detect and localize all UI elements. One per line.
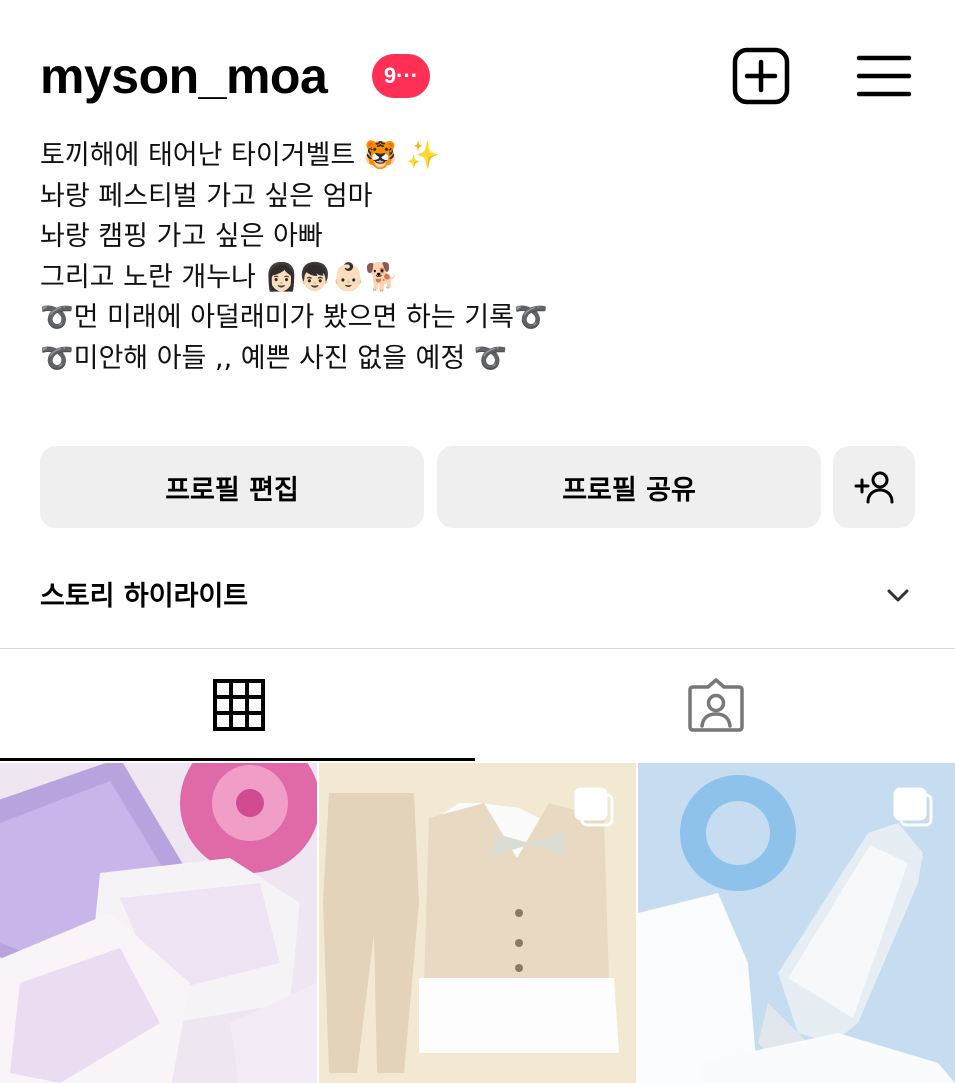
- tagged-user-icon: [687, 678, 744, 732]
- diapers-photo: [0, 763, 317, 1083]
- menu-button[interactable]: [856, 52, 912, 100]
- bio-line: ➰미안해 아들 ,, 예쁜 사진 없을 예정 ➰: [40, 342, 508, 374]
- post-thumbnail-baby-bottle[interactable]: [638, 763, 955, 1083]
- posts-grid: [0, 763, 955, 1083]
- bio-line: ➰먼 미래에 아덜래미가 봤으면 하는 기록➰: [40, 302, 548, 333]
- chevron-down-icon[interactable]: [885, 582, 911, 608]
- multiple-posts-icon: [574, 787, 614, 827]
- tab-posts[interactable]: [0, 649, 477, 761]
- multiple-posts-icon: [893, 787, 933, 827]
- discover-people-button[interactable]: [833, 446, 915, 528]
- hamburger-menu-icon: [856, 55, 912, 97]
- profile-bio: 토끼해에 태어난 타이거벨트 🐯 ✨ 놔랑 페스티벌 가고 싶은 엄마 놔랑 캠…: [40, 136, 900, 379]
- plus-square-icon: [732, 47, 790, 105]
- bio-line: 토끼해에 태어난 타이거벨트 🐯 ✨: [40, 140, 440, 171]
- story-highlights-label: 스토리 하이라이트: [40, 581, 249, 612]
- profile-tabs: [0, 649, 955, 761]
- profile-actions: 프로필 편집 프로필 공유: [40, 446, 915, 528]
- notification-badge[interactable]: 9···: [372, 54, 430, 98]
- active-tab-indicator: [0, 758, 475, 761]
- profile-header: myson_moa 9···: [0, 0, 955, 140]
- post-thumbnail-vest-outfit[interactable]: [319, 763, 636, 1083]
- bio-line: 놔랑 캠핑 가고 싶은 아빠: [40, 221, 323, 252]
- bio-line: 놔랑 페스티벌 가고 싶은 엄마: [40, 180, 373, 212]
- new-post-button[interactable]: [731, 46, 791, 106]
- edit-profile-button[interactable]: 프로필 편집: [40, 446, 424, 528]
- share-profile-button[interactable]: 프로필 공유: [437, 446, 821, 528]
- bio-line: 그리고 노란 개누나 👩🏻👦🏻👶🏻🐕: [40, 261, 399, 293]
- tab-tagged[interactable]: [477, 649, 954, 761]
- story-highlights-row[interactable]: 스토리 하이라이트: [40, 568, 915, 620]
- username[interactable]: myson_moa: [40, 44, 328, 108]
- add-person-icon: [854, 471, 894, 504]
- post-thumbnail-diapers[interactable]: [0, 763, 317, 1083]
- grid-icon: [212, 679, 265, 731]
